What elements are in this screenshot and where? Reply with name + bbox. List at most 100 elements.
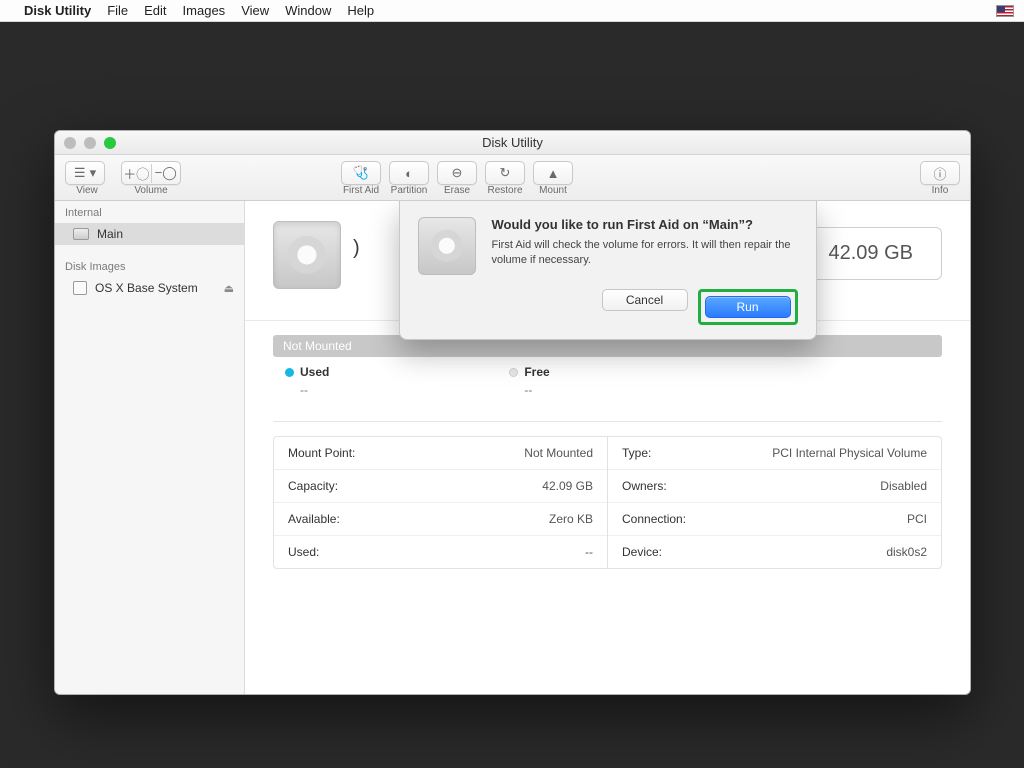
sidebar-item-main[interactable]: Main [55, 223, 244, 245]
window-traffic-lights [64, 137, 116, 149]
toolbar-restore-label: Restore [487, 185, 522, 196]
cancel-button[interactable]: Cancel [602, 289, 688, 311]
internal-disk-icon [73, 228, 89, 240]
info-key: Used: [288, 545, 319, 559]
info-row-used: Used: -- [274, 536, 607, 568]
usage-legend: Used -- Free -- [285, 365, 930, 397]
chevron-down-icon: ▾ [90, 165, 97, 181]
toolbar-mount-button[interactable]: ▲ [533, 161, 573, 185]
window-close-button[interactable] [64, 137, 76, 149]
eject-icon[interactable]: ⏏ [224, 282, 234, 295]
toolbar-volume-label: Volume [134, 185, 167, 196]
volume-size-box: 42.09 GB [799, 227, 942, 280]
info-value: -- [585, 545, 593, 559]
info-value: disk0s2 [886, 545, 927, 559]
legend-used: Used -- [285, 365, 329, 397]
window-minimize-button[interactable] [84, 137, 96, 149]
first-aid-icon: 🩺 [353, 165, 369, 181]
divider [273, 421, 942, 422]
legend-used-dot-icon [285, 368, 294, 377]
mount-icon: ▲ [547, 166, 560, 181]
toolbar-partition-button[interactable]: ◐ [389, 161, 429, 185]
legend-free-label: Free [524, 365, 549, 379]
toolbar-info-button[interactable]: ⓘ [920, 161, 960, 185]
info-row-type: Type: PCI Internal Physical Volume [608, 437, 941, 470]
sidebar-item-osx-base[interactable]: OS X Base System ⏏ [55, 277, 244, 299]
info-value: Not Mounted [524, 446, 593, 460]
toolbar-first-aid-button[interactable]: 🩺 [341, 161, 381, 185]
legend-free: Free -- [509, 365, 549, 397]
menu-edit[interactable]: Edit [144, 3, 166, 18]
toolbar-partition-label: Partition [391, 185, 428, 196]
macos-menubar: Disk Utility File Edit Images View Windo… [0, 0, 1024, 22]
legend-used-label: Used [300, 365, 329, 379]
toolbar-erase-label: Erase [444, 185, 470, 196]
toolbar-view-label: View [76, 185, 98, 196]
info-row-capacity: Capacity: 42.09 GB [274, 470, 607, 503]
dialog-body: First Aid will check the volume for erro… [492, 238, 798, 268]
sidebar-section-disk-images: Disk Images [55, 255, 244, 277]
info-row-available: Available: Zero KB [274, 503, 607, 536]
toolbar-erase-button[interactable]: ⊖ [437, 161, 477, 185]
menu-view[interactable]: View [241, 3, 269, 18]
info-value: PCI Internal Physical Volume [772, 446, 927, 460]
info-key: Connection: [622, 512, 686, 526]
info-icon: ⓘ [933, 164, 946, 183]
volume-hdd-icon [273, 221, 341, 289]
info-value: PCI [907, 512, 927, 526]
sidebar-item-label: Main [97, 227, 123, 241]
toolbar-volume-segment[interactable]: ＋◯ −◯ [121, 161, 181, 185]
toolbar-first-aid-label: First Aid [343, 185, 379, 196]
info-row-device: Device: disk0s2 [608, 536, 941, 568]
run-button[interactable]: Run [705, 296, 791, 318]
info-key: Type: [622, 446, 651, 460]
info-row-owners: Owners: Disabled [608, 470, 941, 503]
main-content: ) 42.09 GB Not Mounted Used -- Free -- M… [245, 201, 970, 694]
toolbar-info-label: Info [932, 185, 949, 196]
legend-used-value: -- [300, 383, 329, 397]
window-titlebar: Disk Utility [55, 131, 970, 155]
info-col-right: Type: PCI Internal Physical Volume Owners… [608, 437, 941, 568]
info-row-mount-point: Mount Point: Not Mounted [274, 437, 607, 470]
first-aid-confirm-dialog: Would you like to run First Aid on “Main… [399, 201, 817, 340]
info-key: Available: [288, 512, 340, 526]
menu-file[interactable]: File [107, 3, 128, 18]
erase-icon: ⊖ [452, 165, 463, 181]
window-zoom-button[interactable] [104, 137, 116, 149]
info-key: Device: [622, 545, 662, 559]
dialog-title: Would you like to run First Aid on “Main… [492, 217, 798, 232]
disk-utility-window: Disk Utility ☰▾ View ＋◯ −◯ Volume 🩺 First… [54, 130, 971, 695]
legend-free-dot-icon [509, 368, 518, 377]
disk-image-icon [73, 281, 87, 295]
toolbar-mount-label: Mount [539, 185, 567, 196]
toolbar-view-button[interactable]: ☰▾ [65, 161, 105, 185]
info-value: Disabled [880, 479, 927, 493]
sidebar-icon: ☰ [74, 165, 86, 181]
volume-subtitle-fragment: ) [353, 237, 360, 260]
menu-help[interactable]: Help [347, 3, 374, 18]
partition-icon: ◐ [405, 166, 413, 181]
legend-free-value: -- [524, 383, 549, 397]
menubar-app-name[interactable]: Disk Utility [24, 3, 91, 18]
volume-remove-icon: −◯ [155, 165, 177, 181]
info-key: Capacity: [288, 479, 338, 493]
window-title: Disk Utility [482, 135, 543, 150]
sidebar-section-internal: Internal [55, 201, 244, 223]
menu-images[interactable]: Images [183, 3, 226, 18]
info-col-left: Mount Point: Not Mounted Capacity: 42.09 G… [274, 437, 608, 568]
sidebar-item-label: OS X Base System [95, 281, 198, 295]
input-source-flag-icon[interactable] [996, 5, 1014, 17]
restore-icon: ↻ [500, 165, 511, 181]
info-row-connection: Connection: PCI [608, 503, 941, 536]
toolbar-restore-button[interactable]: ↻ [485, 161, 525, 185]
volume-add-icon: ＋◯ [123, 164, 149, 183]
info-value: 42.09 GB [542, 479, 593, 493]
info-value: Zero KB [549, 512, 593, 526]
toolbar: ☰▾ View ＋◯ −◯ Volume 🩺 First Aid ◐ Partiti… [55, 155, 970, 201]
info-key: Owners: [622, 479, 667, 493]
menu-window[interactable]: Window [285, 3, 331, 18]
info-key: Mount Point: [288, 446, 355, 460]
run-button-highlight: Run [698, 289, 798, 325]
volume-info-table: Mount Point: Not Mounted Capacity: 42.09 G… [273, 436, 942, 569]
dialog-hdd-icon [418, 217, 476, 275]
